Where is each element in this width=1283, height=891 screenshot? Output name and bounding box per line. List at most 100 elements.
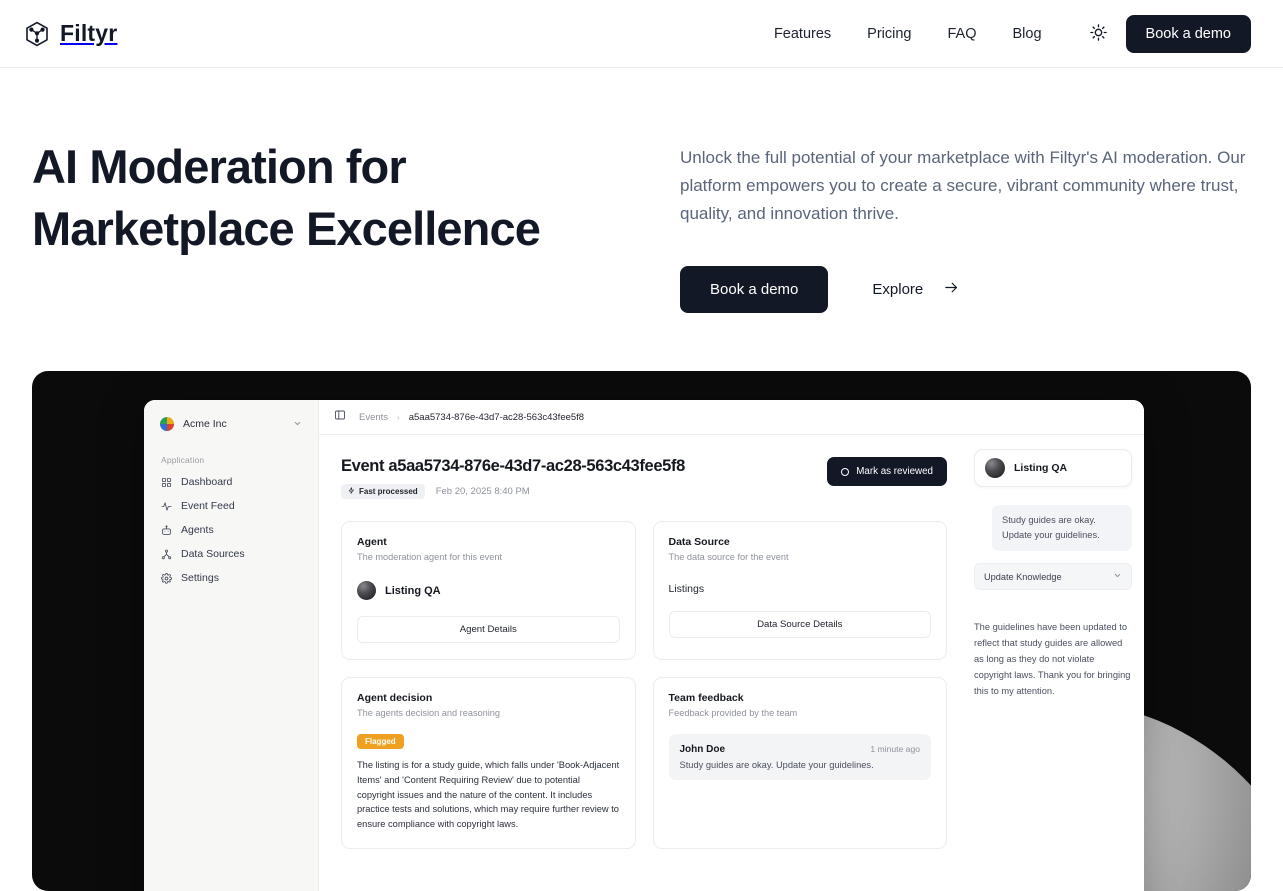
- hero-actions: Book a demo Explore: [680, 266, 1251, 314]
- page-title: AI Moderation for Marketplace Excellence: [32, 136, 632, 259]
- event-timestamp: Feb 20, 2025 8:40 PM: [435, 486, 530, 498]
- mark-as-reviewed-button[interactable]: Mark as reviewed: [827, 457, 947, 487]
- team-feedback-card-title: Team feedback: [668, 692, 744, 705]
- agent-details-button[interactable]: Agent Details: [357, 616, 620, 644]
- sidebar-item-data-sources[interactable]: Data Sources: [154, 543, 308, 565]
- team-feedback-card: Team feedback Feedback provided by the t…: [652, 677, 947, 849]
- chat-agent-reply: The guidelines have been updated to refl…: [974, 622, 1131, 697]
- top-navbar: Filtyr Features Pricing FAQ Blog Book a …: [0, 0, 1283, 68]
- sidebar-item-event-feed[interactable]: Event Feed: [154, 495, 308, 517]
- app-topbar: Events › a5aa5734-876e-43d7-ac28-563c43f…: [319, 400, 1144, 436]
- nav-link-pricing[interactable]: Pricing: [849, 18, 929, 50]
- agent-card-subtitle: The moderation agent for this event: [357, 552, 503, 563]
- agent-card-title: Agent: [357, 536, 387, 549]
- sidebar-item-label: Data Sources: [181, 548, 245, 561]
- data-source-value: Listings: [668, 583, 705, 596]
- chat-agent-name: Listing QA: [1014, 462, 1068, 475]
- status-badge-label: Fast processed: [359, 487, 418, 497]
- agent-decision-card: Agent decision The agents decision and r…: [341, 677, 636, 849]
- sidebar-item-dashboard[interactable]: Dashboard: [154, 471, 308, 493]
- org-switcher[interactable]: Acme Inc: [154, 412, 308, 436]
- nav-link-blog[interactable]: Blog: [995, 18, 1060, 50]
- hero-title-line-2: Marketplace Excellence: [32, 201, 541, 255]
- sidebar-item-label: Agents: [181, 524, 214, 537]
- update-knowledge-select-label: Update Knowledge: [984, 571, 1062, 582]
- breadcrumb-root[interactable]: Events: [359, 412, 388, 423]
- app-main: Events › a5aa5734-876e-43d7-ac28-563c43f…: [319, 400, 1144, 891]
- lightning-icon: [348, 487, 355, 496]
- breadcrumb: Events › a5aa5734-876e-43d7-ac28-563c43f…: [359, 412, 584, 423]
- data-source-details-button[interactable]: Data Source Details: [668, 611, 931, 639]
- sidebar-item-settings[interactable]: Settings: [154, 567, 308, 589]
- theme-toggle-button[interactable]: [1082, 17, 1116, 51]
- sidebar-item-label: Event Feed: [181, 500, 235, 513]
- data-source-card-subtitle: The data source for the event: [668, 552, 789, 563]
- nav-link-features[interactable]: Features: [756, 18, 849, 50]
- bot-icon: [161, 525, 172, 536]
- hero-subtitle: Unlock the full potential of your market…: [680, 148, 1246, 224]
- event-header-left: Event a5aa5734-876e-43d7-ac28-563c43fee5…: [341, 457, 815, 500]
- sidebar-item-agents[interactable]: Agents: [154, 519, 308, 541]
- breadcrumb-separator: ›: [397, 412, 400, 422]
- data-source-card: Data Source The data source for the even…: [652, 521, 947, 661]
- circle-icon: [841, 467, 850, 476]
- arrow-right-icon: [943, 279, 960, 300]
- primary-nav: Features Pricing FAQ Blog Book a demo: [756, 14, 1251, 53]
- app-body: Event a5aa5734-876e-43d7-ac28-563c43fee5…: [319, 435, 1144, 891]
- activity-pulse-icon: [161, 501, 172, 512]
- hero-section: AI Moderation for Marketplace Excellence…: [0, 68, 1283, 314]
- feedback-message: Study guides are okay. Update your guide…: [679, 760, 874, 771]
- agent-decision-card-title: Agent decision: [357, 692, 433, 705]
- agent-decision-reasoning: The listing is for a study guide, which …: [357, 760, 620, 829]
- hexagon-node-logo-icon: [24, 21, 50, 47]
- hero-left: AI Moderation for Marketplace Excellence: [32, 136, 632, 313]
- agent-name: Listing QA: [385, 584, 441, 597]
- org-name: Acme Inc: [183, 418, 227, 431]
- feedback-timestamp: 1 minute ago: [870, 744, 920, 755]
- app-sidebar: Acme Inc Application Dashboard Event Fee…: [144, 400, 319, 891]
- mark-as-reviewed-label: Mark as reviewed: [856, 466, 933, 478]
- hero-title-line-1: AI Moderation for: [32, 140, 407, 193]
- sun-icon: [1089, 23, 1108, 45]
- book-demo-hero-button[interactable]: Book a demo: [680, 266, 829, 314]
- flagged-status-badge: Flagged: [357, 734, 404, 750]
- gear-icon: [161, 572, 172, 584]
- event-title: Event a5aa5734-876e-43d7-ac28-563c43fee5…: [341, 457, 685, 476]
- chevron-down-icon: [1113, 571, 1122, 582]
- event-header: Event a5aa5734-876e-43d7-ac28-563c43fee5…: [341, 457, 947, 500]
- data-source-card-title: Data Source: [668, 536, 730, 549]
- network-share-icon: [161, 549, 172, 560]
- grid-icon: [161, 477, 172, 488]
- agent-orb-avatar-icon: [357, 581, 376, 601]
- chat-user-message: Study guides are okay. Update your guide…: [992, 505, 1132, 552]
- event-meta: Fast processed Feb 20, 2025 8:40 PM: [341, 484, 815, 500]
- nav-link-faq[interactable]: FAQ: [930, 18, 995, 50]
- book-demo-nav-button[interactable]: Book a demo: [1125, 14, 1251, 53]
- event-detail-content: Event a5aa5734-876e-43d7-ac28-563c43fee5…: [319, 435, 969, 891]
- brand-name: Filtyr: [60, 20, 118, 46]
- agent-decision-card-subtitle: The agents decision and reasoning: [357, 708, 501, 719]
- status-badge: Fast processed: [341, 484, 425, 500]
- explore-link[interactable]: Explore: [872, 279, 960, 300]
- sidebar-panel-icon[interactable]: [334, 408, 346, 426]
- explore-link-label: Explore: [872, 281, 924, 299]
- update-knowledge-select[interactable]: Update Knowledge: [974, 563, 1132, 591]
- event-cards-grid: Agent The moderation agent for this even…: [341, 521, 947, 849]
- product-showcase-frame: Acme Inc Application Dashboard Event Fee…: [32, 371, 1251, 891]
- agent-identity-row: Listing QA: [357, 581, 620, 601]
- brand-logo-link[interactable]: Filtyr: [24, 20, 117, 47]
- hero-right: Unlock the full potential of your market…: [680, 136, 1251, 314]
- agent-chat-panel: Listing QA Study guides are okay. Update…: [969, 435, 1144, 891]
- breadcrumb-current: a5aa5734-876e-43d7-ac28-563c43fee5f8: [408, 411, 585, 423]
- feedback-author: John Doe: [679, 744, 726, 756]
- chat-agent-header: Listing QA: [974, 449, 1132, 488]
- sidebar-item-label: Dashboard: [181, 476, 233, 489]
- org-avatar: [160, 417, 174, 432]
- team-feedback-card-subtitle: Feedback provided by the team: [668, 708, 798, 719]
- agent-card: Agent The moderation agent for this even…: [341, 521, 636, 661]
- feedback-item: John Doe 1 minute ago Study guides are o…: [668, 734, 931, 781]
- app-screenshot: Acme Inc Application Dashboard Event Fee…: [144, 400, 1144, 891]
- agent-orb-avatar-icon: [985, 458, 1005, 479]
- sidebar-item-label: Settings: [181, 572, 219, 585]
- chevron-down-icon: [293, 419, 302, 430]
